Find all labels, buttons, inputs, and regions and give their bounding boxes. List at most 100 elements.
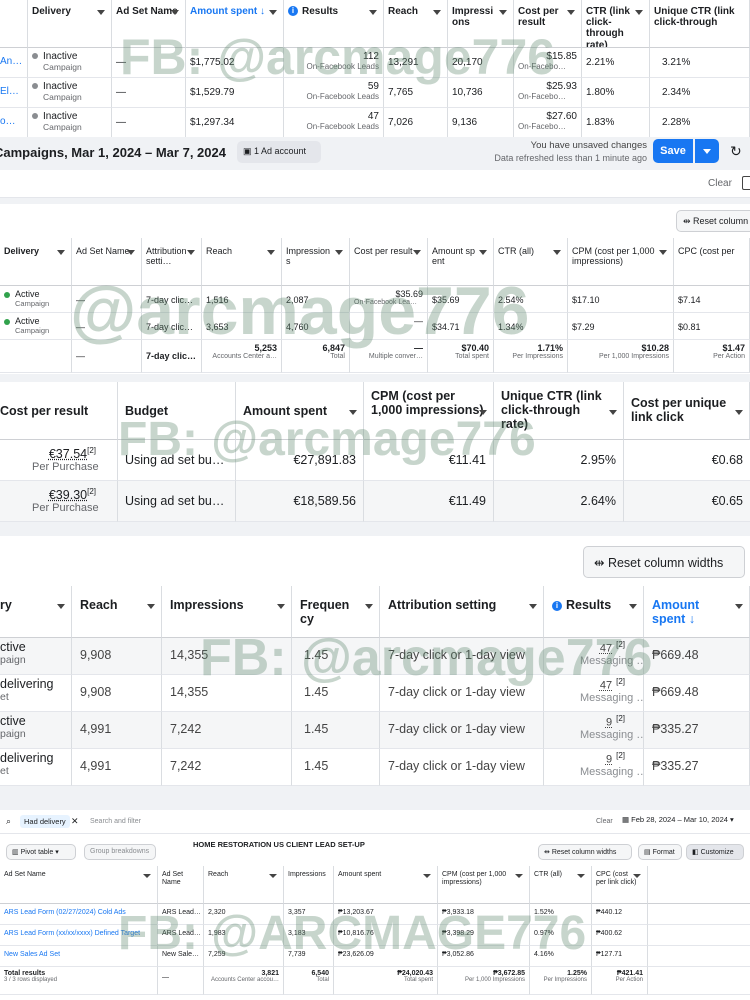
clear-button[interactable]: Clear [708,178,732,189]
chevron-down-icon[interactable] [659,250,667,255]
col-header-cost-per-result[interactable]: Cost per result [350,238,428,286]
save-button[interactable]: Save [653,139,693,163]
results-value[interactable]: 9 [606,717,612,729]
chevron-down-icon[interactable] [567,10,575,15]
col-header-adset-name[interactable]: Ad Set Name [0,866,158,904]
campaign-name[interactable]: o… [0,108,28,138]
adset-name-link[interactable]: New Sales Ad Set [4,949,153,958]
calendar-icon[interactable] [742,176,750,190]
chevron-down-icon[interactable] [171,10,179,15]
col-header-attribution[interactable]: Attribution setti… [142,238,202,286]
col-header-adset-name-2[interactable]: Ad Set Name [158,866,204,904]
remove-filter-icon[interactable]: ✕ [71,816,79,827]
customize-button[interactable]: ◧ Customize [686,844,744,860]
chevron-down-icon[interactable] [553,250,561,255]
chevron-down-icon[interactable] [57,250,65,255]
col-header-delivery[interactable]: Delivery [28,0,112,48]
chevron-down-icon[interactable] [369,10,377,15]
chevron-down-icon[interactable] [515,874,523,878]
chevron-down-icon[interactable] [735,410,743,415]
chevron-down-icon[interactable] [349,410,357,415]
chevron-down-icon[interactable] [499,10,507,15]
results-value[interactable]: 47 [600,643,612,655]
col-header-adset-name[interactable]: Ad Set Name [112,0,186,48]
chevron-down-icon[interactable] [479,410,487,415]
chevron-down-icon[interactable] [277,604,285,609]
filter-chip[interactable]: Had delivery [20,815,70,828]
results-value[interactable]: 9 [606,754,612,766]
col-header-amount-spent[interactable]: Amount spent [236,382,364,440]
chevron-down-icon[interactable] [577,874,585,878]
adset-name-cell[interactable]: New Sales Ad Set [0,946,158,967]
col-header-cpm[interactable]: CPM (cost per 1,000 impressions) [364,382,494,440]
chevron-down-icon[interactable] [187,250,195,255]
adset-name-cell[interactable]: ARS Lead Form (02/27/2024) Cold Ads [0,904,158,925]
save-options-button[interactable] [695,139,719,163]
col-header-budget[interactable]: Budget [118,382,236,440]
chevron-down-icon[interactable] [633,874,641,878]
col-header-impressions[interactable]: Impressions [448,0,514,48]
col-header-cpm[interactable]: CPM (cost per 1,000 impressions) [568,238,674,286]
col-header-impressions[interactable]: Impressions [162,586,292,638]
col-header-reach[interactable]: Reach [204,866,284,904]
group-breakdowns-button[interactable]: Group breakdowns [84,844,156,860]
chevron-down-icon[interactable] [609,410,617,415]
col-header-ctr-all[interactable]: CTR (all) [530,866,592,904]
col-header-amount-spent[interactable]: Amount spent [428,238,494,286]
chevron-down-icon[interactable] [433,10,441,15]
chevron-down-icon[interactable] [635,10,643,15]
chevron-down-icon[interactable] [269,10,277,15]
col-header-cost-per-unique-click[interactable]: Cost per unique link click [624,382,750,440]
col-header-amount-spent[interactable]: Amount spent ↓ [644,586,750,638]
col-header-frequency[interactable]: Frequency [292,586,380,638]
campaign-name[interactable]: El… [0,78,28,108]
campaign-name-link[interactable]: El… [0,86,23,97]
col-header-amount-spent[interactable]: Amount spent ↓ [186,0,284,48]
col-header-cpc[interactable]: CPC (cost per [674,238,750,286]
col-header-cost-per-result[interactable]: Cost per result [0,382,118,440]
cost-per-result-value[interactable]: €37.54 [49,447,87,461]
col-header-unique-ctr[interactable]: Unique CTR (link click-through [650,0,750,48]
col-header-results[interactable]: i Results [284,0,384,48]
info-icon[interactable]: i [552,601,562,611]
ad-account-button[interactable]: ▣ 1 Ad account [237,141,321,163]
chevron-down-icon[interactable] [267,250,275,255]
campaign-name-link[interactable]: An… [0,56,23,67]
chevron-down-icon[interactable] [97,10,105,15]
chevron-down-icon[interactable] [479,250,487,255]
col-header-unique-ctr[interactable]: Unique CTR (link click-through rate) [494,382,624,440]
col-header-reach[interactable]: Reach [384,0,448,48]
adset-name-cell[interactable]: ARS Lead Form (xx/xx/xxxx) Defined Targe… [0,925,158,946]
col-header-attribution-setting[interactable]: Attribution setting [380,586,544,638]
col-header-cpm[interactable]: CPM (cost per 1,000 impressions) [438,866,530,904]
reset-column-widths-button[interactable]: ⇹ Reset column widths [583,546,745,578]
date-range-picker[interactable]: ▦ Feb 28, 2024 – Mar 10, 2024 ▾ [622,815,734,824]
col-header-impressions[interactable]: Impressions [284,866,334,904]
campaign-name[interactable]: An… [0,48,28,78]
col-header-adset-name[interactable]: Ad Set Name [72,238,142,286]
search-icon[interactable]: ⌕ [6,816,11,827]
col-header-delivery[interactable]: ry [0,586,72,638]
chevron-down-icon[interactable] [127,250,135,255]
chevron-down-icon[interactable] [143,874,151,878]
format-button[interactable]: ▤ Format [638,844,682,860]
search-input[interactable]: Search and filter [90,818,141,825]
campaign-name-link[interactable]: o… [0,116,23,127]
chevron-down-icon[interactable] [365,604,373,609]
refresh-icon[interactable]: ↻ [730,143,742,160]
col-header-results[interactable]: i Results [544,586,644,638]
col-header-cpc[interactable]: CPC (cost per link click) [592,866,648,904]
results-value[interactable]: 47 [600,680,612,692]
col-header-delivery[interactable]: Delivery [0,238,72,286]
chevron-down-icon[interactable] [147,604,155,609]
chevron-down-icon[interactable] [269,874,277,878]
cost-per-result-value[interactable]: €39.30 [49,488,87,502]
col-header-ctr-all[interactable]: CTR (all) [494,238,568,286]
sort-arrow-icon[interactable]: ↓ [689,612,695,626]
col-header-ctr[interactable]: CTR (link click-through rate) [582,0,650,48]
chevron-down-icon[interactable] [629,604,637,609]
chevron-down-icon[interactable] [423,874,431,878]
info-icon[interactable]: i [288,6,298,16]
chevron-down-icon[interactable] [413,250,421,255]
col-header-reach[interactable]: Reach [72,586,162,638]
